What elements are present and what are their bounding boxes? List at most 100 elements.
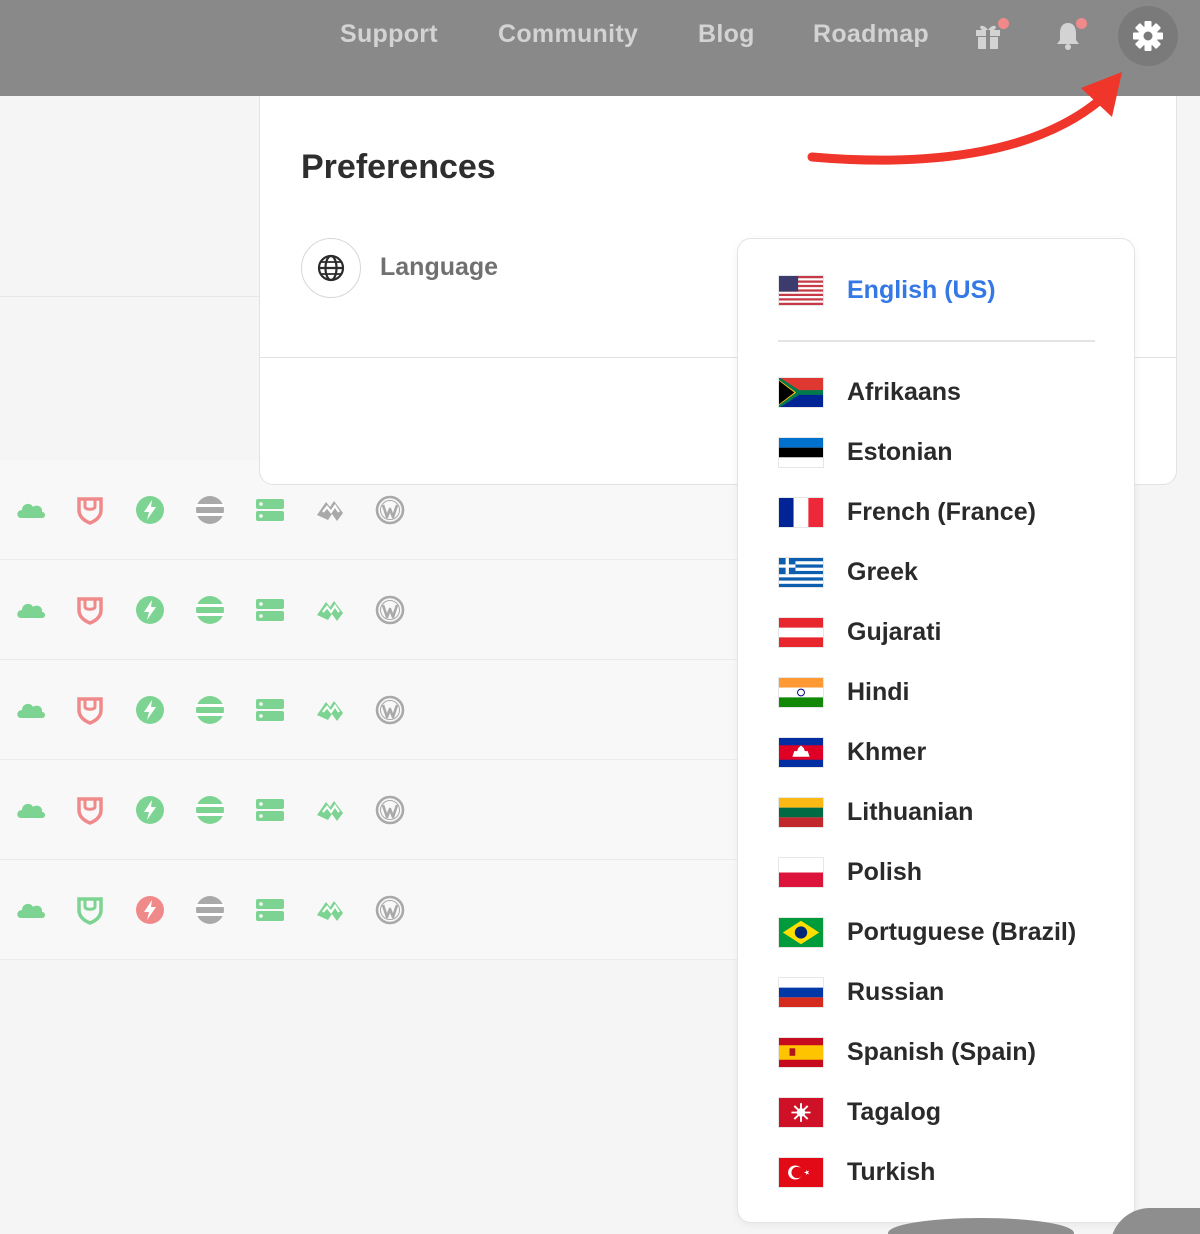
language-option-label: Gujarati	[847, 617, 942, 646]
language-option-label: Greek	[847, 557, 918, 586]
flag-gujarati-icon	[778, 616, 824, 648]
shield-icon[interactable]	[74, 594, 106, 626]
language-option-label: French (France)	[847, 497, 1036, 526]
wordpress-icon[interactable]	[374, 694, 406, 726]
bolt-icon[interactable]	[134, 694, 166, 726]
bolt-icon[interactable]	[134, 594, 166, 626]
cloud-icon[interactable]	[14, 794, 46, 826]
bolt-icon[interactable]	[134, 894, 166, 926]
peaks-icon[interactable]	[314, 494, 346, 526]
flag-gr-icon	[778, 556, 824, 588]
language-option-portuguese-brazil[interactable]: Portuguese (Brazil)	[778, 912, 1076, 952]
flag-fr-icon	[778, 496, 824, 528]
nav-community[interactable]: Community	[498, 20, 638, 49]
language-option-label: Hindi	[847, 677, 910, 706]
language-option-label: Tagalog	[847, 1097, 941, 1126]
cloud-icon[interactable]	[14, 494, 46, 526]
language-option-label: Portuguese (Brazil)	[847, 917, 1077, 946]
language-option-afrikaans[interactable]: Afrikaans	[778, 372, 961, 412]
notification-dot	[1076, 18, 1087, 29]
table-row	[0, 760, 740, 860]
nav-roadmap[interactable]: Roadmap	[813, 20, 929, 49]
stack-icon[interactable]	[194, 494, 226, 526]
language-option-khmer[interactable]: Khmer	[778, 732, 926, 772]
wordpress-icon[interactable]	[374, 794, 406, 826]
server-icon[interactable]	[254, 494, 286, 526]
shield-icon[interactable]	[74, 794, 106, 826]
wordpress-icon[interactable]	[374, 894, 406, 926]
peaks-icon[interactable]	[314, 594, 346, 626]
shield-icon[interactable]	[74, 694, 106, 726]
language-option-label: Polish	[847, 857, 923, 886]
annotation-arrow	[807, 72, 1122, 165]
language-option-label: Russian	[847, 977, 945, 1006]
divider	[778, 340, 1095, 342]
language-label: Language	[380, 253, 499, 281]
nav-blog[interactable]: Blog	[698, 20, 755, 49]
language-option-label: English (US)	[847, 275, 996, 304]
stack-icon[interactable]	[194, 894, 226, 926]
language-option-polish[interactable]: Polish	[778, 852, 922, 892]
flag-in-icon	[778, 676, 824, 708]
stack-icon[interactable]	[194, 594, 226, 626]
flag-tagalog-icon	[778, 1096, 824, 1128]
table-row	[0, 860, 740, 960]
nav-support[interactable]: Support	[340, 20, 438, 49]
language-option-gujarati[interactable]: Gujarati	[778, 612, 941, 652]
language-option-french-france[interactable]: French (France)	[778, 492, 1036, 532]
flag-za-icon	[778, 376, 824, 408]
flag-ee-icon	[778, 436, 824, 468]
flag-es-icon	[778, 1036, 824, 1068]
gear-icon	[1133, 21, 1163, 51]
language-option-estonian[interactable]: Estonian	[778, 432, 953, 472]
language-option-spanish-spain[interactable]: Spanish (Spain)	[778, 1032, 1036, 1072]
bolt-icon[interactable]	[134, 494, 166, 526]
cloud-icon[interactable]	[14, 594, 46, 626]
divider	[0, 296, 260, 297]
language-option-hindi[interactable]: Hindi	[778, 672, 910, 712]
globe-icon	[301, 238, 361, 298]
peaks-icon[interactable]	[314, 694, 346, 726]
table-row	[0, 560, 740, 660]
flag-kh-icon	[778, 736, 824, 768]
server-icon[interactable]	[254, 694, 286, 726]
bolt-icon[interactable]	[134, 794, 166, 826]
language-option-lithuanian[interactable]: Lithuanian	[778, 792, 973, 832]
language-option-greek[interactable]: Greek	[778, 552, 918, 592]
language-option-label: Lithuanian	[847, 797, 974, 826]
stack-icon[interactable]	[194, 794, 226, 826]
flag-lt-icon	[778, 796, 824, 828]
wordpress-icon[interactable]	[374, 494, 406, 526]
stack-icon[interactable]	[194, 694, 226, 726]
flag-br-icon	[778, 916, 824, 948]
language-option-tagalog[interactable]: Tagalog	[778, 1092, 941, 1132]
table-row	[0, 660, 740, 760]
notification-dot	[998, 18, 1009, 29]
language-option-label: Afrikaans	[847, 377, 961, 406]
language-option-label: Estonian	[847, 437, 953, 466]
preferences-title: Preferences	[301, 148, 496, 186]
cloud-icon[interactable]	[14, 694, 46, 726]
peaks-icon[interactable]	[314, 894, 346, 926]
language-option-label: Khmer	[847, 737, 927, 766]
settings-button[interactable]	[1118, 6, 1178, 66]
cloud-icon[interactable]	[14, 894, 46, 926]
server-icon[interactable]	[254, 894, 286, 926]
language-option-label: Turkish	[847, 1157, 936, 1186]
wordpress-icon[interactable]	[374, 594, 406, 626]
bell-icon[interactable]	[1046, 14, 1090, 58]
shield-icon[interactable]	[74, 894, 106, 926]
gift-icon[interactable]	[966, 14, 1010, 58]
language-option-english-us[interactable]: English (US)	[778, 270, 996, 310]
flag-tr-icon	[778, 1156, 824, 1188]
flag-pl-icon	[778, 856, 824, 888]
shield-icon[interactable]	[74, 494, 106, 526]
language-option-russian[interactable]: Russian	[778, 972, 944, 1012]
server-icon[interactable]	[254, 594, 286, 626]
language-option-label: Spanish (Spain)	[847, 1037, 1036, 1066]
server-icon[interactable]	[254, 794, 286, 826]
flag-ru-icon	[778, 976, 824, 1008]
language-option-turkish[interactable]: Turkish	[778, 1152, 935, 1192]
language-dropdown: English (US) Afrikaans Estonian French (…	[737, 238, 1135, 1223]
peaks-icon[interactable]	[314, 794, 346, 826]
